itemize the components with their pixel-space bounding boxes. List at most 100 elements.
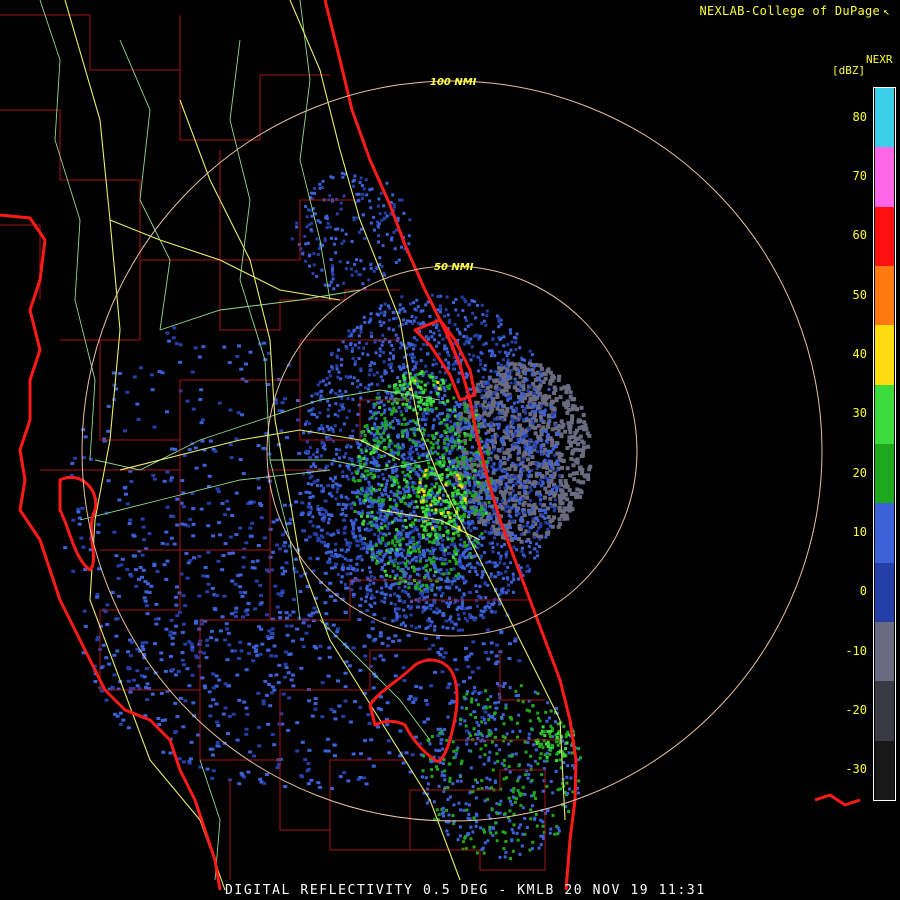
echo-pixel bbox=[436, 392, 440, 396]
echo-pixel bbox=[491, 550, 495, 554]
echo-pixel bbox=[570, 417, 574, 422]
echo-pixel bbox=[425, 601, 429, 605]
echo-pixel bbox=[385, 701, 390, 705]
echo-pixel bbox=[424, 568, 428, 572]
echo-pixel bbox=[381, 333, 385, 337]
echo-pixel bbox=[569, 456, 574, 461]
echo-pixel bbox=[408, 438, 412, 442]
echo-pixel bbox=[402, 608, 406, 612]
echo-pixel bbox=[442, 459, 446, 463]
echo-pixel bbox=[482, 407, 486, 411]
echo-pixel bbox=[403, 614, 407, 618]
echo-pixel bbox=[377, 440, 380, 444]
echo-pixel bbox=[560, 465, 565, 470]
echo-pixel bbox=[454, 467, 458, 471]
echo-pixel bbox=[355, 539, 360, 543]
echo-pixel bbox=[386, 435, 390, 439]
echo-pixel bbox=[396, 442, 400, 446]
echo-pixel bbox=[437, 568, 440, 572]
echo-pixel bbox=[375, 543, 378, 547]
echo-pixel bbox=[545, 784, 549, 788]
echo-pixel bbox=[222, 594, 227, 598]
echo-pixel bbox=[476, 355, 480, 359]
echo-pixel bbox=[484, 422, 488, 426]
echo-pixel bbox=[472, 354, 476, 358]
echo-pixel bbox=[489, 641, 494, 645]
echo-pixel bbox=[420, 418, 424, 422]
echo-pixel bbox=[311, 515, 315, 519]
echo-pixel bbox=[103, 610, 108, 614]
echo-pixel bbox=[324, 383, 328, 387]
echo-pixel bbox=[482, 410, 487, 415]
echo-pixel bbox=[457, 412, 461, 416]
echo-pixel bbox=[141, 568, 146, 572]
echo-pixel bbox=[303, 758, 308, 762]
echo-pixel bbox=[510, 480, 514, 483]
echo-pixel bbox=[544, 511, 548, 515]
echo-pixel bbox=[404, 556, 407, 560]
echo-pixel bbox=[373, 422, 377, 426]
echo-pixel bbox=[454, 308, 458, 312]
echo-pixel bbox=[489, 572, 493, 576]
echo-pixel bbox=[326, 399, 330, 403]
echo-pixel bbox=[474, 316, 478, 320]
echo-pixel bbox=[144, 590, 149, 594]
echo-pixel bbox=[362, 776, 367, 780]
echo-pixel bbox=[395, 607, 400, 611]
echo-pixel bbox=[484, 431, 488, 435]
echo-pixel bbox=[327, 655, 332, 659]
echo-pixel bbox=[387, 423, 391, 427]
echo-pixel bbox=[535, 466, 539, 470]
echo-pixel bbox=[499, 363, 503, 367]
echo-pixel bbox=[527, 510, 531, 514]
echo-pixel bbox=[521, 525, 525, 528]
echo-pixel bbox=[312, 645, 317, 648]
echo-pixel bbox=[388, 575, 392, 578]
echo-pixel bbox=[407, 595, 411, 599]
echo-pixel bbox=[219, 629, 223, 633]
echo-pixel bbox=[468, 498, 472, 502]
echo-pixel bbox=[461, 602, 465, 605]
echo-pixel bbox=[425, 514, 429, 518]
echo-pixel bbox=[168, 633, 173, 637]
echo-pixel bbox=[190, 645, 195, 649]
echo-pixel bbox=[547, 454, 550, 458]
echo-pixel bbox=[422, 510, 425, 514]
echo-pixel bbox=[418, 550, 422, 554]
echo-pixel bbox=[369, 312, 373, 316]
echo-pixel bbox=[553, 498, 557, 502]
echo-pixel bbox=[393, 634, 398, 638]
echo-pixel bbox=[511, 410, 515, 414]
echo-pixel bbox=[479, 425, 483, 429]
echo-pixel bbox=[403, 429, 407, 433]
echo-pixel bbox=[441, 453, 445, 457]
echo-pixel bbox=[401, 374, 405, 378]
echo-pixel bbox=[443, 651, 448, 655]
echo-pixel bbox=[397, 445, 401, 449]
echo-pixel bbox=[388, 555, 392, 559]
echo-pixel bbox=[342, 455, 346, 459]
echo-pixel bbox=[550, 375, 555, 380]
echo-pixel bbox=[344, 390, 348, 394]
echo-pixel bbox=[533, 431, 538, 436]
echo-pixel bbox=[550, 400, 555, 405]
echo-pixel bbox=[487, 411, 492, 416]
echo-pixel bbox=[510, 417, 514, 421]
echo-pixel bbox=[372, 657, 377, 661]
echo-pixel bbox=[177, 757, 182, 761]
echo-pixel bbox=[530, 409, 534, 413]
echo-pixel bbox=[443, 394, 447, 398]
echo-pixel bbox=[467, 562, 472, 566]
echo-pixel bbox=[469, 713, 473, 717]
echo-pixel bbox=[398, 380, 402, 383]
echo-pixel bbox=[504, 509, 508, 513]
echo-pixel bbox=[565, 446, 570, 450]
echo-pixel bbox=[474, 508, 478, 512]
echo-pixel bbox=[370, 524, 374, 528]
echo-pixel bbox=[349, 558, 353, 562]
echo-pixel bbox=[430, 482, 434, 486]
echo-pixel bbox=[487, 401, 491, 405]
echo-pixel bbox=[412, 522, 416, 526]
echo-pixel bbox=[397, 586, 401, 590]
echo-pixel bbox=[436, 727, 440, 731]
